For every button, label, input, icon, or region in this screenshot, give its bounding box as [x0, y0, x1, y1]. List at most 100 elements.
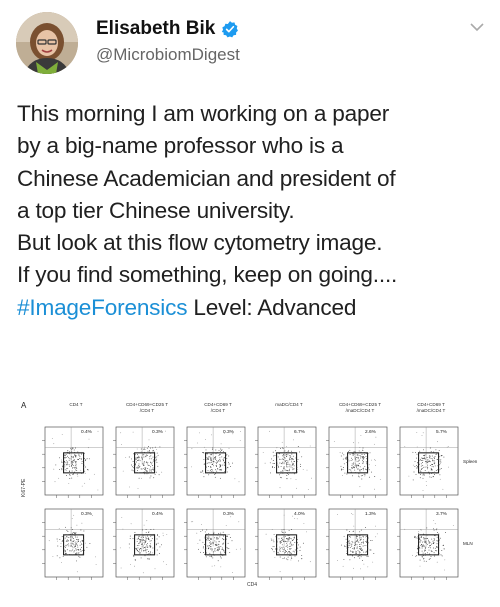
- event-dot: [64, 452, 66, 454]
- avatar[interactable]: [16, 12, 78, 74]
- event-dot: [54, 481, 56, 483]
- event-dot: [73, 473, 75, 475]
- event-dot: [72, 474, 74, 476]
- event-dot: [213, 532, 215, 534]
- event-dot: [434, 471, 435, 473]
- event-dot: [65, 546, 66, 548]
- event-dot: [149, 450, 150, 452]
- event-dot: [133, 453, 134, 455]
- event-dot: [74, 461, 76, 463]
- event-dot: [363, 551, 365, 553]
- event-dot: [282, 546, 284, 548]
- event-dot: [206, 533, 208, 535]
- event-dot: [285, 551, 287, 552]
- event-dot: [289, 555, 291, 557]
- event-dot: [205, 547, 207, 549]
- event-dot: [83, 538, 85, 540]
- event-dot: [134, 459, 136, 461]
- event-dot: [145, 454, 147, 456]
- flow-cytometry-figure[interactable]: A CD4 T CD4+CD69+CD25 T/CD4 T CD4+CD69 T/CD…: [17, 397, 487, 592]
- event-dot: [366, 544, 368, 546]
- event-dot: [150, 553, 152, 555]
- event-dot: [232, 462, 234, 464]
- event-dot: [269, 462, 271, 464]
- event-dot: [214, 452, 216, 454]
- event-dot: [365, 527, 366, 529]
- event-dot: [198, 548, 199, 550]
- event-dot: [281, 546, 283, 548]
- event-dot: [284, 457, 286, 459]
- column-header: CD4+CD69 T: [204, 402, 232, 407]
- event-dot: [423, 537, 425, 538]
- plot-frame: [328, 508, 388, 578]
- author-handle[interactable]: @MicrobiomDigest: [96, 45, 240, 65]
- event-dot: [77, 546, 79, 548]
- event-dot: [81, 546, 83, 548]
- event-dot: [431, 458, 433, 460]
- event-dot: [145, 467, 147, 469]
- event-dot: [420, 545, 422, 547]
- event-dot: [423, 457, 425, 459]
- event-dot: [418, 540, 420, 542]
- event-dot: [68, 483, 70, 484]
- event-dot: [72, 533, 74, 535]
- event-dot: [435, 449, 437, 451]
- event-dot: [131, 458, 132, 460]
- event-dot: [359, 531, 361, 533]
- event-dot: [354, 465, 356, 467]
- event-dot: [213, 533, 214, 535]
- event-dot: [226, 534, 228, 536]
- event-dot: [419, 538, 421, 540]
- event-dot: [289, 464, 291, 466]
- event-dot: [426, 462, 428, 464]
- event-dot: [423, 449, 424, 451]
- event-dot: [64, 456, 66, 458]
- plot-frame: [399, 426, 459, 496]
- event-dot: [77, 534, 79, 536]
- event-dot: [292, 550, 294, 552]
- event-dot: [68, 534, 70, 536]
- hashtag-link[interactable]: #ImageForensics: [17, 295, 187, 320]
- event-dot: [239, 440, 241, 441]
- event-dot: [280, 470, 282, 472]
- event-dot: [433, 458, 435, 459]
- event-dot: [420, 544, 422, 545]
- event-dot: [70, 538, 71, 540]
- event-dot: [418, 456, 420, 458]
- event-dot: [63, 461, 65, 462]
- event-dot: [223, 460, 225, 462]
- author-name[interactable]: Elisabeth Bik: [96, 18, 215, 40]
- chevron-down-icon[interactable]: [468, 18, 486, 36]
- event-dot: [79, 556, 81, 558]
- event-dot: [301, 555, 303, 557]
- event-dot: [134, 453, 136, 455]
- event-dot: [138, 551, 140, 553]
- event-dot: [273, 455, 275, 457]
- event-dot: [442, 488, 444, 490]
- event-dot: [71, 539, 72, 541]
- column-header: maDC/CD4 T: [275, 402, 303, 407]
- event-dot: [214, 565, 216, 567]
- event-dot: [67, 531, 69, 532]
- event-dot: [438, 459, 440, 460]
- event-dot: [205, 449, 207, 451]
- event-dot: [283, 547, 285, 549]
- event-dot: [83, 530, 85, 532]
- event-dot: [357, 541, 359, 543]
- event-dot: [288, 470, 290, 471]
- event-dot: [58, 528, 60, 529]
- event-dot: [150, 529, 152, 530]
- event-dot: [427, 538, 429, 540]
- event-dot: [55, 464, 57, 466]
- event-dot: [224, 551, 226, 553]
- event-dot: [289, 552, 291, 554]
- event-dot: [151, 462, 153, 464]
- event-dot: [145, 536, 147, 538]
- event-dot: [359, 459, 360, 461]
- event-dot: [433, 537, 435, 539]
- event-dot: [80, 529, 82, 531]
- event-dot: [74, 471, 76, 473]
- event-dot: [223, 542, 225, 544]
- event-dot: [152, 469, 154, 471]
- event-dot: [361, 469, 362, 471]
